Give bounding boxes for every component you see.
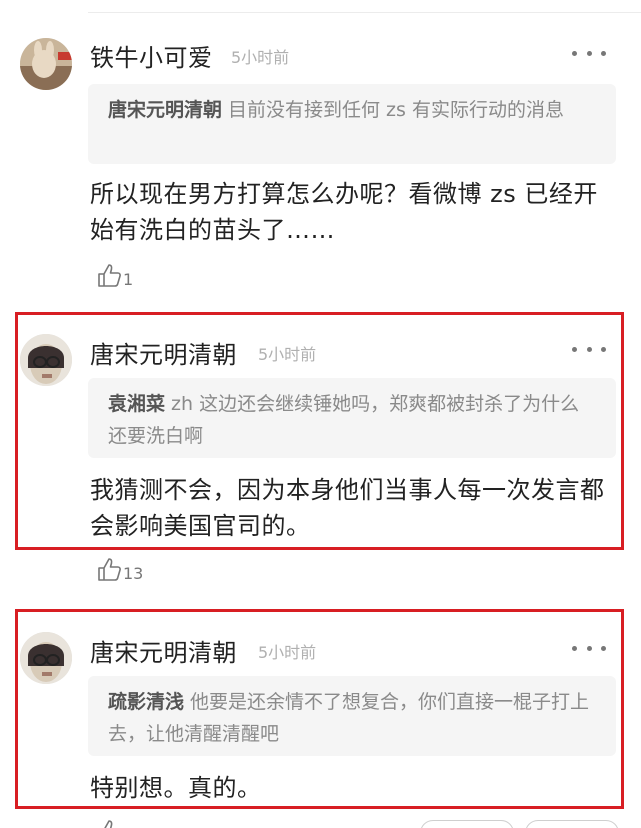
comment-body: 特别想。真的。 (90, 774, 262, 802)
quote-author[interactable]: 疏影清浅 (108, 691, 184, 713)
more-icon[interactable] (572, 342, 606, 356)
quoted-reply[interactable]: 袁湘菜 zh 这边还会继续锤她吗，郑爽都被封杀了为什么还要洗白啊 (88, 378, 616, 458)
timestamp: 5小时前 (231, 48, 290, 67)
quote-author[interactable]: 唐宋元明清朝 (108, 99, 222, 121)
username[interactable]: 唐宋元明清朝 (90, 335, 237, 370)
thumbs-up-icon (104, 820, 113, 828)
quote-text: zh 这边还会继续锤她吗，郑爽都被封杀了为什么还要洗白啊 (108, 393, 580, 447)
quote-author[interactable]: 袁湘菜 (108, 393, 165, 415)
divider (88, 12, 641, 13)
reply-pill[interactable] (420, 820, 514, 828)
comment-thread: 铁牛小可爱 5小时前 唐宋元明清朝 目前没有接到任何 zs 有实际行动的消息 所以… (0, 0, 641, 828)
thumbs-up-icon (98, 264, 121, 287)
like-button[interactable]: 13 (96, 556, 143, 582)
bottom-action-bar (0, 814, 641, 828)
username[interactable]: 铁牛小可爱 (90, 38, 213, 73)
comment-body: 所以现在男方打算怎么办呢？看微博 zs 已经开始有洗白的苗头了…… (90, 180, 598, 244)
comment-body: 我猜测不会，因为本身他们当事人每一次发言都会影响美国官司的。 (90, 476, 605, 540)
quoted-reply[interactable]: 疏影清浅 他要是还余情不了想复合，你们直接一棍子打上去，让他清醒清醒吧 (88, 676, 616, 756)
avatar[interactable] (20, 632, 72, 684)
quote-text: 目前没有接到任何 zs 有实际行动的消息 (228, 99, 564, 121)
more-icon[interactable] (572, 641, 606, 655)
like-button[interactable]: 1 (96, 262, 133, 288)
timestamp: 5小时前 (258, 345, 317, 364)
thumbs-up-icon (98, 558, 121, 581)
quoted-reply[interactable]: 唐宋元明清朝 目前没有接到任何 zs 有实际行动的消息 (88, 84, 616, 164)
like-count: 13 (123, 564, 144, 583)
more-icon[interactable] (572, 46, 606, 60)
like-count: 1 (123, 270, 134, 289)
username[interactable]: 唐宋元明清朝 (90, 633, 237, 668)
avatar[interactable] (20, 38, 72, 90)
expand-pill[interactable] (525, 820, 619, 828)
timestamp: 5小时前 (258, 643, 317, 662)
avatar[interactable] (20, 334, 72, 386)
